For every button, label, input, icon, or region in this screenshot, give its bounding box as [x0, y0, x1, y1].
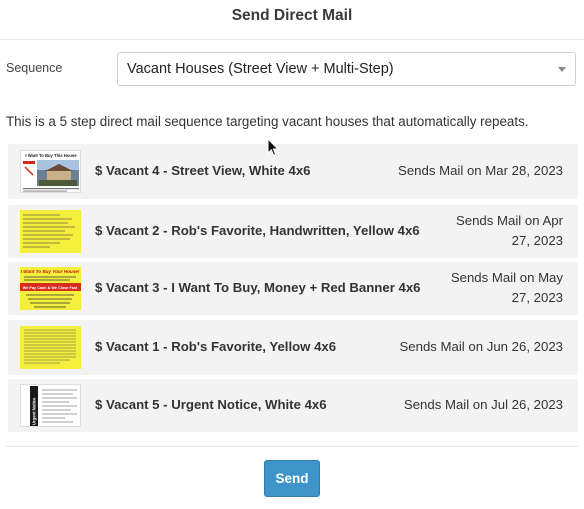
step-send-date: Sends Mail on Jul 26, 2023	[403, 397, 563, 412]
step-send-date-line: 27, 2023	[511, 233, 563, 248]
sequence-description: This is a 5 step direct mail sequence ta…	[6, 114, 529, 129]
step-row[interactable]: Urgent Notice $ Vacant 5 - Urgent Notice…	[8, 379, 578, 432]
step-send-date-line: Sends Mail on Apr	[455, 213, 563, 228]
chevron-down-icon[interactable]	[558, 67, 566, 72]
step-name: $ Vacant 1 - Rob's Favorite, Yellow 4x6	[95, 339, 337, 354]
step-row[interactable]: $ Vacant 1 - Rob's Favorite, Yellow 4x6 …	[8, 320, 578, 375]
step-send-date: Sends Mail on May 27, 2023	[451, 268, 563, 308]
postcard-thumbnail	[20, 210, 81, 253]
postcard-headline: I Want To Buy Your House!	[21, 269, 80, 274]
postcard-thumbnail: Urgent Notice	[20, 384, 81, 427]
postcard-side-text: Urgent Notice	[32, 397, 37, 425]
postcard-thumbnail: I Want To Buy This House	[20, 150, 81, 193]
postcard-thumbnail	[20, 326, 81, 369]
postcard-thumbnail: I Want To Buy Your House! We Pay Cash & …	[20, 267, 81, 310]
sequence-select-value: Vacant Houses (Street View + Multi-Step)	[127, 61, 394, 77]
step-send-date: Sends Mail on Jun 26, 2023	[399, 339, 564, 354]
step-name: $ Vacant 3 - I Want To Buy, Money + Red …	[95, 280, 421, 295]
sequence-label: Sequence	[6, 61, 63, 75]
step-row[interactable]: I Want To Buy This House $ Vacant 4 - St…	[8, 144, 578, 199]
step-name: $ Vacant 4 - Street View, White 4x6	[95, 163, 311, 178]
modal-title: Send Direct Mail	[0, 0, 584, 40]
step-send-date: Sends Mail on Apr 27, 2023	[456, 211, 563, 251]
street-view-postcard-icon: I Want To Buy This House	[21, 151, 80, 192]
postcard-banner-text: We Pay Cash & We Close Fast	[23, 286, 78, 290]
sequence-select[interactable]: Vacant Houses (Street View + Multi-Step)	[117, 52, 576, 86]
handwritten-postcard-icon	[20, 210, 81, 253]
send-button[interactable]: Send	[264, 460, 320, 497]
step-send-date-line: Sends Mail on May	[450, 270, 563, 285]
footer-divider	[6, 446, 578, 447]
mouse-cursor-icon	[267, 138, 279, 156]
step-name: $ Vacant 2 - Rob's Favorite, Handwritten…	[95, 223, 420, 238]
yellow-letter-postcard-icon	[20, 326, 81, 369]
step-send-date: Sends Mail on Mar 28, 2023	[398, 163, 563, 178]
urgent-notice-postcard-icon: Urgent Notice	[21, 385, 80, 426]
step-send-date-line: 27, 2023	[511, 290, 563, 305]
step-row[interactable]: $ Vacant 2 - Rob's Favorite, Handwritten…	[8, 205, 578, 258]
money-banner-postcard-icon: I Want To Buy Your House! We Pay Cash & …	[20, 267, 81, 310]
postcard-headline: I Want To Buy This House	[25, 153, 77, 158]
step-name: $ Vacant 5 - Urgent Notice, White 4x6	[95, 397, 327, 412]
step-row[interactable]: I Want To Buy Your House! We Pay Cash & …	[8, 262, 578, 315]
